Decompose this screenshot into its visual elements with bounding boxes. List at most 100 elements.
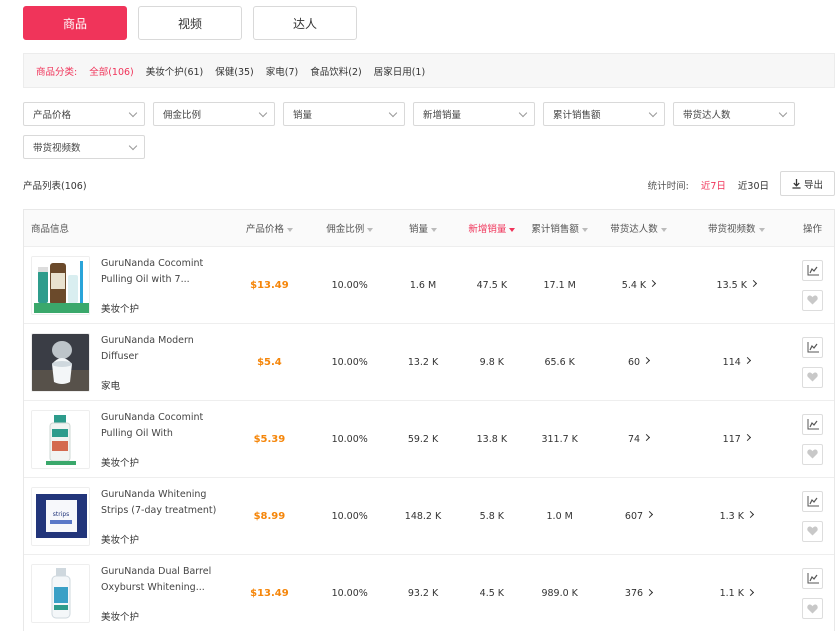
commission-rate: 10.00% [331, 588, 368, 599]
product-thumbnail[interactable] [31, 564, 90, 623]
trend-chart-button[interactable] [802, 259, 824, 281]
creators-link[interactable]: 376 [596, 588, 682, 599]
category-item-appliances[interactable]: 家电(7) [266, 64, 298, 78]
product-price: $5.4 [257, 356, 282, 368]
tab-creators[interactable]: 达人 [253, 6, 357, 40]
filter-videos-select[interactable]: 带货视频数 [23, 135, 145, 159]
filter-sales-select[interactable]: 销量 [283, 102, 405, 126]
filter-price-select[interactable]: 产品价格 [23, 102, 145, 126]
videos-count: 114 [722, 356, 741, 368]
filter-label: 带货视频数 [33, 143, 81, 154]
table-row[interactable]: GuruNanda Dual Barrel Oxyburst Whitening… [24, 555, 834, 631]
header-label: 带货视频数 [707, 224, 756, 235]
category-bar: 商品分类: 全部(106) 美妆个护(61) 保健(35) 家电(7) 食品饮料… [23, 53, 835, 88]
chevron-down-icon [388, 108, 398, 117]
product-thumbnail[interactable] [31, 409, 90, 469]
new-sales-count: 4.5 K [479, 588, 505, 599]
trend-chart-button[interactable] [802, 568, 824, 589]
time-option-30d[interactable]: 近30日 [738, 178, 769, 192]
favorite-button[interactable] [802, 520, 824, 542]
sort-icon [431, 227, 438, 232]
header-label: 佣金比例 [326, 224, 365, 235]
videos-link[interactable]: 1.3 K [681, 511, 791, 522]
creators-link[interactable]: 5.4 K [596, 280, 682, 291]
tab-videos[interactable]: 视频 [138, 6, 242, 40]
videos-link[interactable]: 117 [681, 434, 791, 445]
videos-link[interactable]: 114 [681, 357, 791, 368]
videos-link[interactable]: 1.1 K [681, 588, 791, 599]
sort-icon [581, 227, 588, 232]
trend-chart-button[interactable] [802, 413, 824, 435]
header-sales[interactable]: 销量 [386, 221, 460, 235]
heart-icon [807, 449, 818, 459]
category-item-health[interactable]: 保健(35) [215, 64, 254, 78]
category-item-all[interactable]: 全部(106) [89, 64, 134, 78]
videos-link[interactable]: 13.5 K [681, 280, 791, 291]
total-sales-amount: 1.0 M [546, 510, 573, 522]
tab-products[interactable]: 商品 [23, 6, 127, 40]
header-price[interactable]: 产品价格 [226, 221, 314, 235]
export-button[interactable]: 导出 [780, 171, 835, 196]
trend-chart-button[interactable] [802, 490, 824, 512]
time-option-7d[interactable]: 近7日 [701, 178, 726, 192]
chart-icon [807, 573, 819, 584]
product-name[interactable]: GuruNanda Cocomint Pulling Oil With Esse… [101, 410, 217, 442]
header-creators[interactable]: 带货达人数 [596, 221, 682, 235]
category-item-home[interactable]: 居家日用(1) [374, 64, 425, 78]
chevron-right-icon [746, 588, 754, 596]
product-info: GuruNanda Modern Diffuser 家电 [24, 332, 226, 392]
videos-count: 117 [722, 433, 741, 445]
sales-count: 59.2 K [407, 433, 439, 445]
creators-link[interactable]: 74 [596, 434, 682, 445]
chevron-right-icon [642, 356, 651, 365]
product-info: strips GuruNanda Whitening Strips (7-day … [24, 486, 226, 546]
header-new-sales[interactable]: 新增销量 [460, 221, 524, 235]
product-thumbnail[interactable] [31, 255, 90, 315]
chevron-down-icon [128, 108, 138, 117]
header-total-sales[interactable]: 累计销售额 [524, 221, 596, 235]
product-name[interactable]: GuruNanda Dual Barrel Oxyburst Whitening… [101, 564, 217, 596]
creators-link[interactable]: 607 [596, 511, 682, 522]
product-name[interactable]: GuruNanda Modern Diffuser [101, 333, 217, 365]
favorite-button[interactable] [802, 598, 824, 619]
sales-count: 13.2 K [407, 356, 439, 368]
favorite-button[interactable] [802, 366, 824, 388]
table-row[interactable]: strips GuruNanda Whitening Strips (7-day … [24, 478, 834, 555]
filter-commission-select[interactable]: 佣金比例 [153, 102, 275, 126]
category-item-food[interactable]: 食品饮料(2) [310, 64, 361, 78]
product-name[interactable]: GuruNanda Whitening Strips (7-day treatm… [101, 487, 217, 519]
header-videos[interactable]: 带货视频数 [681, 221, 791, 235]
chart-icon [807, 418, 819, 429]
product-table: 商品信息 产品价格 佣金比例 销量 新增销量 累计销售额 带货达人数 带货视频数… [23, 209, 835, 631]
creators-link[interactable]: 60 [596, 357, 682, 368]
filter-new-sales-select[interactable]: 新增销量 [413, 102, 535, 126]
filter-label: 销量 [293, 110, 313, 121]
chevron-right-icon [642, 433, 651, 442]
trend-chart-button[interactable] [802, 336, 824, 358]
favorite-button[interactable] [802, 443, 824, 465]
chevron-right-icon [743, 356, 751, 365]
creators-count: 5.4 K [621, 279, 647, 291]
favorite-button[interactable] [802, 289, 824, 311]
filter-creators-select[interactable]: 带货达人数 [673, 102, 795, 126]
new-sales-count: 5.8 K [479, 510, 505, 522]
table-row[interactable]: GuruNanda Cocomint Pulling Oil with 7...… [24, 247, 834, 324]
filter-total-sales-select[interactable]: 累计销售额 [543, 102, 665, 126]
product-name[interactable]: GuruNanda Cocomint Pulling Oil with 7... [101, 256, 217, 288]
header-product-info: 商品信息 [31, 224, 70, 235]
sales-count: 93.2 K [407, 588, 439, 599]
time-label: 统计时间: [647, 181, 689, 192]
header-label: 带货达人数 [610, 224, 658, 235]
category-title: 商品分类: [36, 66, 78, 78]
product-thumbnail[interactable]: strips [31, 486, 90, 546]
product-thumbnail[interactable] [31, 332, 90, 392]
table-row[interactable]: GuruNanda Modern Diffuser 家电 $5.4 10.00% 13.… [24, 324, 834, 401]
heart-icon [807, 295, 818, 305]
table-row[interactable]: GuruNanda Cocomint Pulling Oil With Esse… [24, 401, 834, 478]
category-item-beauty[interactable]: 美妆个护(61) [146, 64, 204, 78]
product-category: 美妆个护 [101, 303, 140, 315]
export-label: 导出 [803, 179, 823, 191]
header-commission[interactable]: 佣金比例 [313, 221, 386, 235]
videos-count: 1.3 K [719, 510, 744, 522]
chevron-right-icon [646, 510, 654, 519]
